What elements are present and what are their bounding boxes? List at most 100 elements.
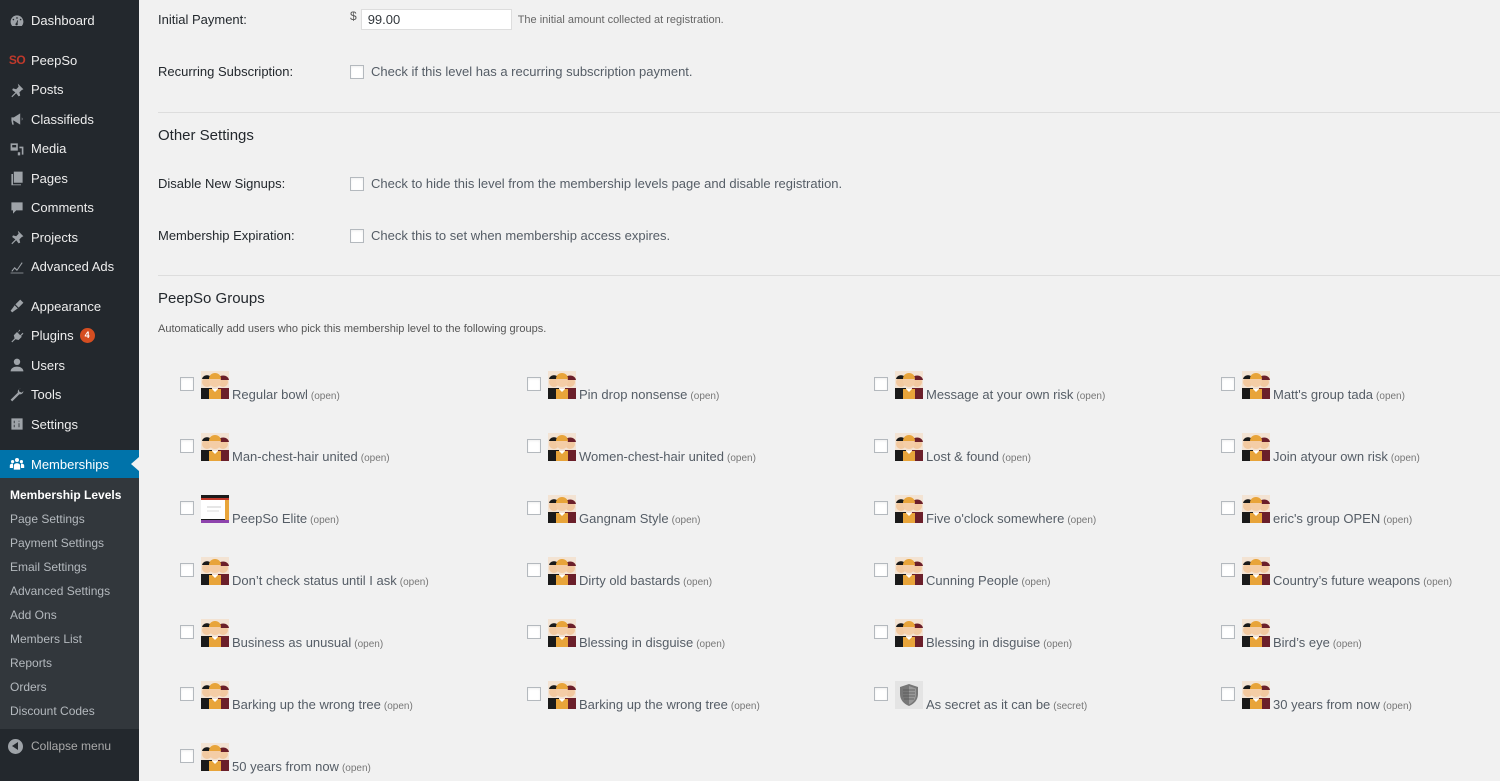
brush-icon [8, 297, 26, 315]
group-item: Regular bowl (open) [180, 371, 340, 402]
group-privacy: (open) [1002, 453, 1031, 464]
group-checkbox[interactable] [874, 625, 888, 639]
group-checkbox[interactable] [1221, 439, 1235, 453]
menu-item-comments[interactable]: Comments [0, 193, 139, 223]
group-checkbox[interactable] [1221, 377, 1235, 391]
group-avatar-icon [201, 619, 229, 647]
group-checkbox[interactable] [874, 439, 888, 453]
group-checkbox[interactable] [527, 687, 541, 701]
group-checkbox[interactable] [1221, 563, 1235, 577]
submenu-advanced-settings[interactable]: Advanced Settings [0, 579, 139, 603]
group-name: Regular bowl (open) [232, 387, 340, 402]
menu-item-appearance[interactable]: Appearance [0, 292, 139, 322]
group-checkbox[interactable] [1221, 687, 1235, 701]
currency-symbol: $ [350, 8, 357, 23]
group-avatar-icon [895, 433, 923, 461]
group-checkbox[interactable] [180, 625, 194, 639]
menu-item-peepso[interactable]: SO PeepSo [0, 46, 139, 76]
group-checkbox[interactable] [527, 439, 541, 453]
group-title: Dirty old bastards [579, 573, 681, 588]
recurring-subscription-checkbox[interactable] [350, 64, 364, 79]
group-title: 50 years from now [232, 759, 339, 774]
group-title: eric's group OPEN [1273, 511, 1381, 526]
group-privacy: (open) [1390, 453, 1420, 464]
group-avatar-icon [895, 681, 923, 709]
group-item: Matt's group tada (open) [1221, 371, 1405, 402]
group-title: Message at your own risk [926, 387, 1074, 402]
group-checkbox[interactable] [527, 563, 541, 577]
menu-item-media[interactable]: Media [0, 134, 139, 164]
group-item: Man-chest-hair united (open) [180, 433, 390, 464]
menu-label: Comments [31, 200, 94, 216]
menu-item-memberships[interactable]: Memberships [0, 450, 139, 478]
group-privacy: (open) [1423, 577, 1453, 588]
group-checkbox[interactable] [1221, 501, 1235, 515]
menu-label: Dashboard [31, 13, 95, 29]
group-checkbox[interactable] [527, 501, 541, 515]
group-privacy: (open) [383, 701, 413, 712]
submenu-page-settings[interactable]: Page Settings [0, 507, 139, 531]
group-checkbox[interactable] [874, 687, 888, 701]
submenu-email-settings[interactable]: Email Settings [0, 555, 139, 579]
submenu-members-list[interactable]: Members List [0, 627, 139, 651]
group-checkbox[interactable] [180, 501, 194, 515]
group-avatar-icon [895, 619, 923, 647]
membership-expiration-label: Membership Expiration: [158, 228, 295, 243]
menu-item-classifieds[interactable]: Classifieds [0, 105, 139, 135]
group-checkbox[interactable] [180, 439, 194, 453]
group-checkbox[interactable] [1221, 625, 1235, 639]
group-item: Business as unusual (open) [180, 619, 383, 650]
group-avatar-icon [895, 495, 923, 523]
group-checkbox[interactable] [527, 625, 541, 639]
group-privacy: (open) [360, 453, 390, 464]
menu-label: Settings [31, 416, 78, 432]
group-checkbox[interactable] [180, 563, 194, 577]
submenu-add-ons[interactable]: Add Ons [0, 603, 139, 627]
submenu-payment-settings[interactable]: Payment Settings [0, 531, 139, 555]
group-privacy: (open) [1067, 515, 1097, 526]
menu-label: Tools [31, 387, 62, 403]
group-title: Blessing in disguise [579, 635, 694, 650]
group-checkbox[interactable] [180, 749, 194, 763]
menu-item-pages[interactable]: Pages [0, 164, 139, 194]
menu-label: Posts [31, 82, 64, 98]
settings-icon [8, 415, 26, 433]
group-title: Join atyour own risk [1273, 449, 1388, 464]
group-name: Five o'clock somewhere (open) [926, 511, 1096, 526]
group-checkbox[interactable] [180, 377, 194, 391]
initial-payment-description: The initial amount collected at registra… [517, 13, 724, 26]
menu-item-users[interactable]: Users [0, 351, 139, 381]
initial-payment-input[interactable] [360, 9, 512, 30]
menu-item-settings[interactable]: Settings [0, 410, 139, 440]
menu-item-projects[interactable]: Projects [0, 223, 139, 253]
group-item: Join atyour own risk (open) [1221, 433, 1420, 464]
group-checkbox[interactable] [874, 563, 888, 577]
group-privacy: (open) [310, 391, 340, 402]
group-checkbox[interactable] [874, 501, 888, 515]
group-checkbox[interactable] [874, 377, 888, 391]
submenu-reports[interactable]: Reports [0, 651, 139, 675]
disable-signups-description: Check to hide this level from the member… [371, 176, 843, 191]
group-checkbox[interactable] [527, 377, 541, 391]
group-title: Man-chest-hair united [232, 449, 358, 464]
menu-item-advanced-ads[interactable]: Advanced Ads [0, 252, 139, 282]
group-privacy: (open) [1376, 391, 1405, 402]
collapse-menu-button[interactable]: Collapse menu [0, 729, 139, 763]
group-title: Lost & found [926, 449, 999, 464]
group-checkbox[interactable] [180, 687, 194, 701]
menu-item-posts[interactable]: Posts [0, 75, 139, 105]
submenu-membership-levels[interactable]: Membership Levels [0, 483, 139, 507]
group-item: Dirty old bastards (open) [527, 557, 712, 588]
menu-item-tools[interactable]: Tools [0, 380, 139, 410]
membership-expiration-checkbox[interactable] [350, 228, 364, 243]
submenu-discount-codes[interactable]: Discount Codes [0, 699, 139, 723]
group-title: Bird’s eye [1273, 635, 1330, 650]
group-avatar-icon [1242, 681, 1270, 709]
menu-item-plugins[interactable]: Plugins 4 [0, 321, 139, 351]
menu-item-dashboard[interactable]: Dashboard [0, 6, 139, 36]
group-title: As secret as it can be [926, 697, 1051, 712]
group-title: Blessing in disguise [926, 635, 1041, 650]
group-privacy: (open) [354, 639, 384, 650]
submenu-orders[interactable]: Orders [0, 675, 139, 699]
disable-signups-checkbox[interactable] [350, 176, 364, 191]
